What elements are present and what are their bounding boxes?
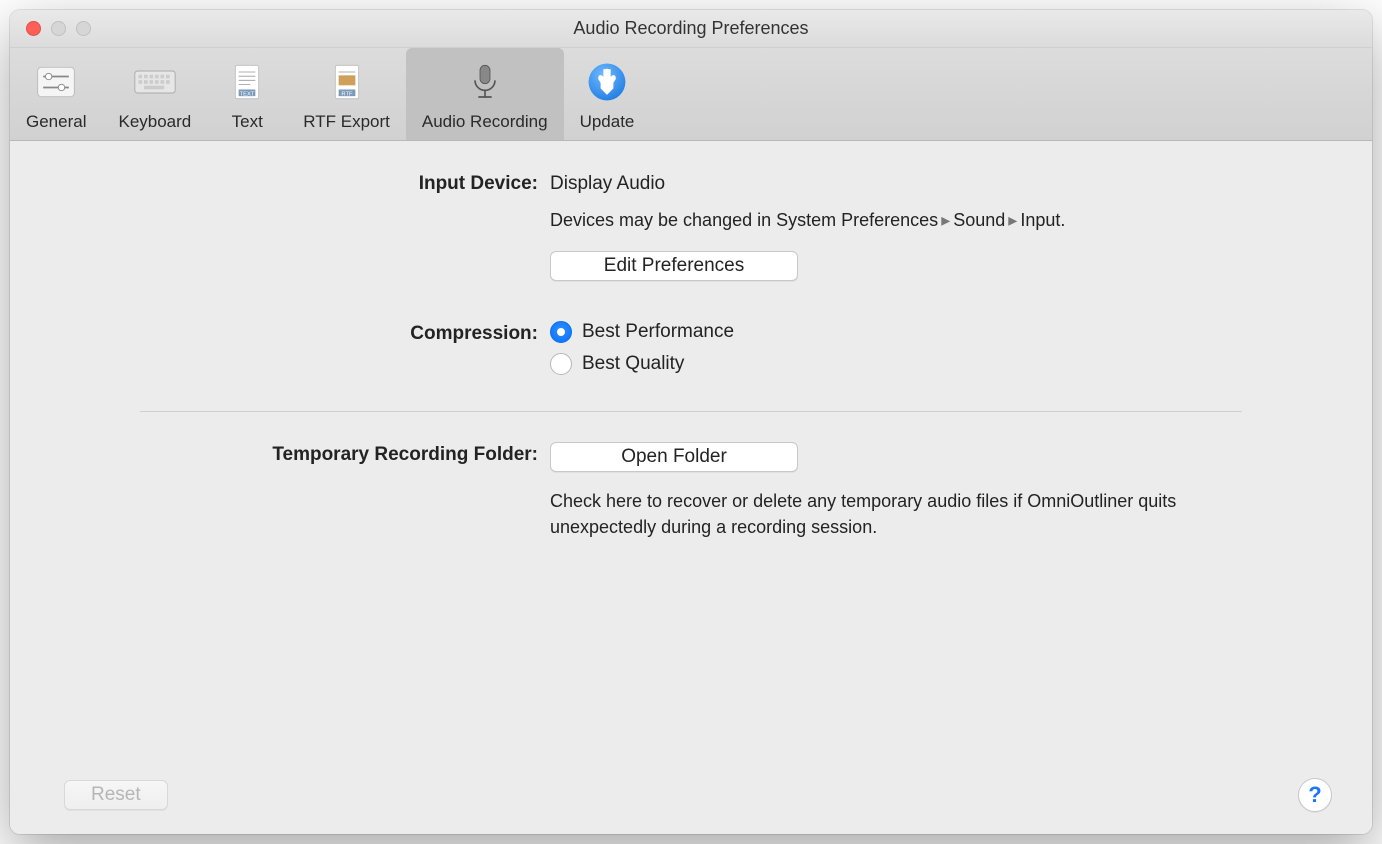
tab-label: Update xyxy=(580,112,635,132)
traffic-lights xyxy=(10,21,91,36)
tab-label: Text xyxy=(232,112,263,132)
tab-label: General xyxy=(26,112,86,132)
open-folder-button[interactable]: Open Folder xyxy=(550,442,798,472)
microphone-icon xyxy=(461,58,509,106)
tab-label: RTF Export xyxy=(303,112,390,132)
close-window-button[interactable] xyxy=(26,21,41,36)
tab-label: Keyboard xyxy=(118,112,191,132)
compression-label: Compression: xyxy=(10,321,550,345)
radio-button-icon xyxy=(550,321,572,343)
tab-rtf-export[interactable]: RTF RTF Export xyxy=(287,48,406,140)
compression-option-best-quality[interactable]: Best Quality xyxy=(550,353,1372,375)
input-device-value: Display Audio xyxy=(550,171,1372,195)
rtf-document-icon: RTF xyxy=(323,58,371,106)
svg-text:RTF: RTF xyxy=(341,91,353,97)
keyboard-icon xyxy=(131,58,179,106)
input-device-label: Input Device: xyxy=(10,171,550,195)
window-title: Audio Recording Preferences xyxy=(10,18,1372,39)
tab-label: Audio Recording xyxy=(422,112,548,132)
preferences-toolbar: General Keyboard xyxy=(10,48,1372,141)
tab-text[interactable]: TEXT Text xyxy=(207,48,287,140)
tab-audio-recording[interactable]: Audio Recording xyxy=(406,48,564,140)
help-button[interactable]: ? xyxy=(1298,778,1332,812)
chevron-right-icon: ▸ xyxy=(1005,210,1020,230)
section-divider xyxy=(140,411,1242,412)
preferences-window: Audio Recording Preferences General xyxy=(10,10,1372,834)
edit-preferences-button[interactable]: Edit Preferences xyxy=(550,251,798,281)
text-document-icon: TEXT xyxy=(223,58,271,106)
radio-button-icon xyxy=(550,353,572,375)
download-arrow-icon xyxy=(583,58,631,106)
zoom-window-button[interactable] xyxy=(76,21,91,36)
input-device-hint: Devices may be changed in System Prefere… xyxy=(550,207,1190,233)
reset-button[interactable]: Reset xyxy=(64,780,168,810)
minimize-window-button[interactable] xyxy=(51,21,66,36)
compression-option-best-performance[interactable]: Best Performance xyxy=(550,321,1372,343)
tab-general[interactable]: General xyxy=(10,48,102,140)
tab-update[interactable]: Update xyxy=(564,48,651,140)
chevron-right-icon: ▸ xyxy=(938,210,953,230)
svg-text:TEXT: TEXT xyxy=(240,91,255,97)
temp-folder-hint: Check here to recover or delete any temp… xyxy=(550,488,1190,540)
content-pane: Input Device: Display Audio Devices may … xyxy=(10,141,1372,834)
question-mark-icon: ? xyxy=(1308,782,1321,808)
temp-folder-label: Temporary Recording Folder: xyxy=(10,442,550,466)
tab-keyboard[interactable]: Keyboard xyxy=(102,48,207,140)
radio-label: Best Quality xyxy=(582,353,684,375)
sliders-icon xyxy=(32,58,80,106)
radio-label: Best Performance xyxy=(582,321,734,343)
titlebar: Audio Recording Preferences xyxy=(10,10,1372,48)
